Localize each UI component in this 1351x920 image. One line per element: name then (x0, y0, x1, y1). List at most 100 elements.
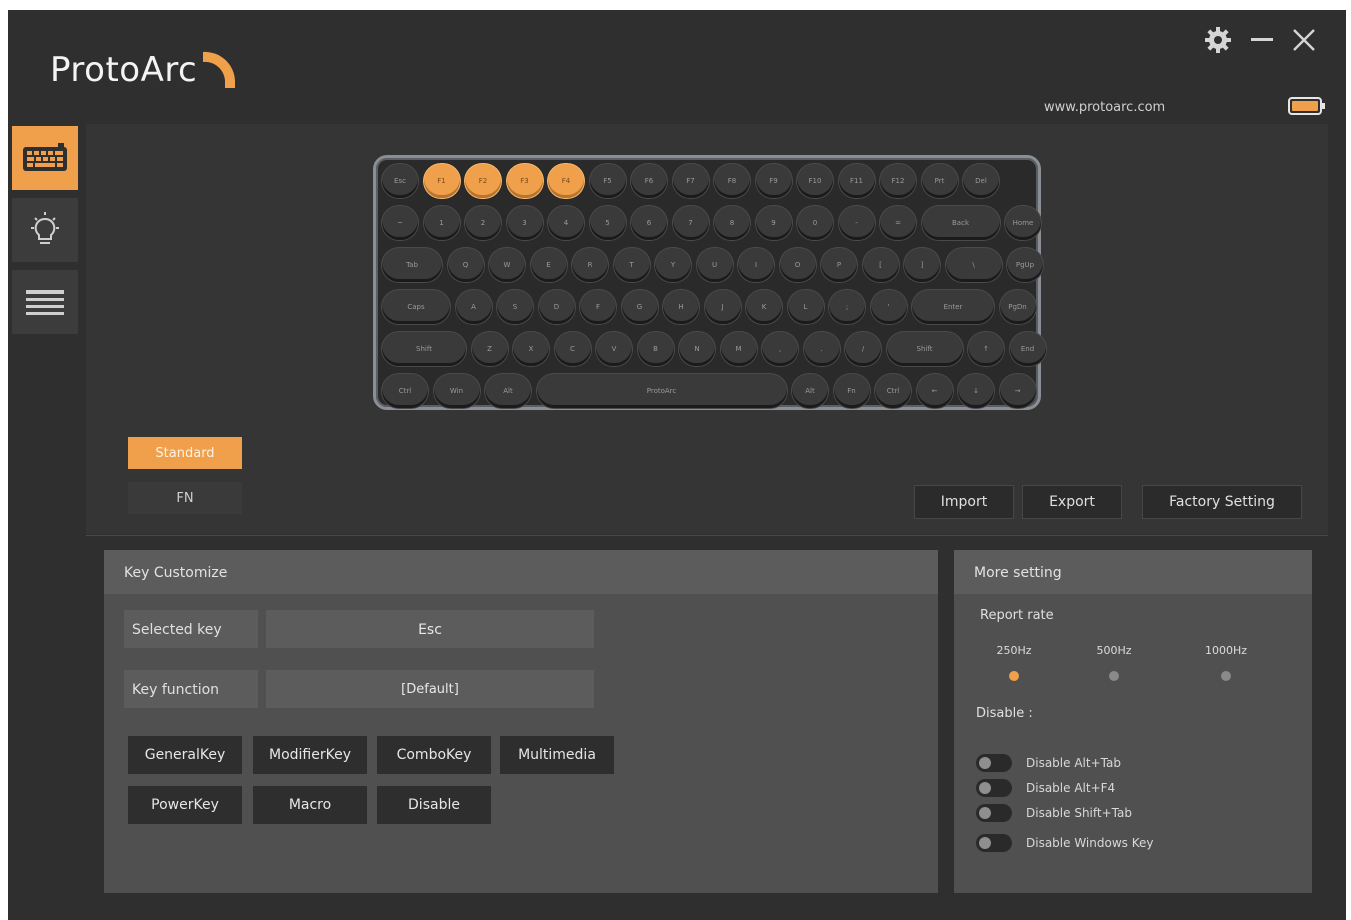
key-tab[interactable]: Tab (382, 248, 442, 282)
rate-1000-radio[interactable] (1221, 671, 1231, 681)
key-symbol[interactable]: / (845, 332, 881, 366)
key-alt[interactable]: Alt (485, 374, 531, 408)
key-0[interactable]: 0 (797, 206, 833, 240)
key-symbol[interactable]: - (838, 206, 875, 240)
key-f7[interactable]: F7 (672, 164, 709, 198)
modifierkey-button[interactable]: ModifierKey (253, 736, 367, 774)
key-7[interactable]: 7 (672, 206, 709, 240)
key-c[interactable]: C (554, 332, 591, 366)
key-f10[interactable]: F10 (797, 164, 833, 198)
key-symbol[interactable]: = (880, 206, 916, 240)
key-d[interactable]: D (538, 290, 575, 324)
key-f[interactable]: F (580, 290, 616, 324)
key-f3[interactable]: F3 (506, 164, 543, 198)
macro-button[interactable]: Macro (253, 786, 367, 824)
key-symbol[interactable]: → (999, 374, 1036, 408)
key-w[interactable]: W (489, 248, 525, 282)
key-p[interactable]: P (821, 248, 857, 282)
key-r[interactable]: R (572, 248, 608, 282)
toggle-disable-alt-tab[interactable] (976, 754, 1012, 772)
key-g[interactable]: G (621, 290, 658, 324)
sidebar-item-macro-list[interactable] (12, 270, 78, 334)
key-symbol[interactable]: ↑ (968, 332, 1004, 366)
key-symbol[interactable]: ; (829, 290, 865, 324)
gear-icon[interactable] (1200, 22, 1236, 58)
key-3[interactable]: 3 (506, 206, 543, 240)
rate-500-radio[interactable] (1109, 671, 1119, 681)
key-i[interactable]: I (738, 248, 774, 282)
key-symbol[interactable]: [ (862, 248, 899, 282)
toggle-disable-windows-key[interactable] (976, 834, 1012, 852)
rate-250-radio[interactable] (1009, 671, 1019, 681)
key-symbol[interactable]: . (803, 332, 840, 366)
key-e[interactable]: E (530, 248, 567, 282)
key-a[interactable]: A (455, 290, 492, 324)
key-z[interactable]: Z (471, 332, 508, 366)
key-f1[interactable]: F1 (423, 164, 460, 198)
toggle-disable-shift-tab[interactable] (976, 804, 1012, 822)
layer-fn-button[interactable]: FN (128, 482, 242, 514)
generalkey-button[interactable]: GeneralKey (128, 736, 242, 774)
layer-standard-button[interactable]: Standard (128, 437, 242, 469)
key-caps[interactable]: Caps (382, 290, 450, 324)
key-9[interactable]: 9 (755, 206, 792, 240)
key-b[interactable]: B (637, 332, 674, 366)
key-pgup[interactable]: PgUp (1007, 248, 1043, 282)
key-1[interactable]: 1 (423, 206, 460, 240)
key-back[interactable]: Back (921, 206, 1000, 240)
key-shift[interactable]: Shift (886, 332, 963, 366)
key-backslash[interactable]: \ (945, 248, 1002, 282)
factory-setting-button[interactable]: Factory Setting (1142, 485, 1302, 519)
key-s[interactable]: S (497, 290, 533, 324)
key-f8[interactable]: F8 (714, 164, 750, 198)
key-symbol[interactable]: ] (904, 248, 940, 282)
combokey-button[interactable]: ComboKey (377, 736, 491, 774)
key-enter[interactable]: Enter (912, 290, 994, 324)
key-4[interactable]: 4 (548, 206, 584, 240)
key-esc[interactable]: Esc (382, 164, 418, 198)
key-n[interactable]: N (679, 332, 715, 366)
key-h[interactable]: H (663, 290, 699, 324)
key-f2[interactable]: F2 (465, 164, 501, 198)
key-o[interactable]: O (779, 248, 816, 282)
key-l[interactable]: L (787, 290, 824, 324)
key-m[interactable]: M (720, 332, 757, 366)
import-button[interactable]: Import (914, 485, 1014, 519)
key-v[interactable]: V (596, 332, 632, 366)
powerkey-button[interactable]: PowerKey (128, 786, 242, 824)
website-url[interactable]: www.protoarc.com (1044, 100, 1165, 115)
key-f5[interactable]: F5 (589, 164, 626, 198)
key-win[interactable]: Win (433, 374, 480, 408)
key-u[interactable]: U (696, 248, 733, 282)
key-symbol[interactable]: ~ (382, 206, 418, 240)
key-prt[interactable]: Prt (921, 164, 958, 198)
key-pgdn[interactable]: PgDn (999, 290, 1036, 324)
key-k[interactable]: K (746, 290, 782, 324)
key-ctrl[interactable]: Ctrl (875, 374, 911, 408)
key-6[interactable]: 6 (631, 206, 667, 240)
key-ctrl[interactable]: Ctrl (382, 374, 428, 408)
key-f4[interactable]: F4 (548, 164, 584, 198)
key-alt[interactable]: Alt (792, 374, 828, 408)
key-protoarc[interactable]: ProtoArc (536, 374, 787, 408)
export-button[interactable]: Export (1022, 485, 1122, 519)
key-del[interactable]: Del (963, 164, 999, 198)
key-f12[interactable]: F12 (880, 164, 916, 198)
key-t[interactable]: T (613, 248, 650, 282)
key-symbol[interactable]: , (762, 332, 798, 366)
sidebar-item-lighting[interactable] (12, 198, 78, 262)
key-5[interactable]: 5 (589, 206, 626, 240)
key-j[interactable]: J (704, 290, 741, 324)
toggle-disable-alt-f4[interactable] (976, 779, 1012, 797)
key-symbol[interactable]: ' (870, 290, 907, 324)
minimize-icon[interactable] (1244, 22, 1280, 58)
key-x[interactable]: X (513, 332, 549, 366)
key-q[interactable]: Q (447, 248, 484, 282)
key-fn[interactable]: Fn (833, 374, 870, 408)
key-f9[interactable]: F9 (755, 164, 792, 198)
key-8[interactable]: 8 (714, 206, 750, 240)
key-home[interactable]: Home (1005, 206, 1041, 240)
key-f6[interactable]: F6 (631, 164, 667, 198)
key-end[interactable]: End (1009, 332, 1046, 366)
disable-button[interactable]: Disable (377, 786, 491, 824)
